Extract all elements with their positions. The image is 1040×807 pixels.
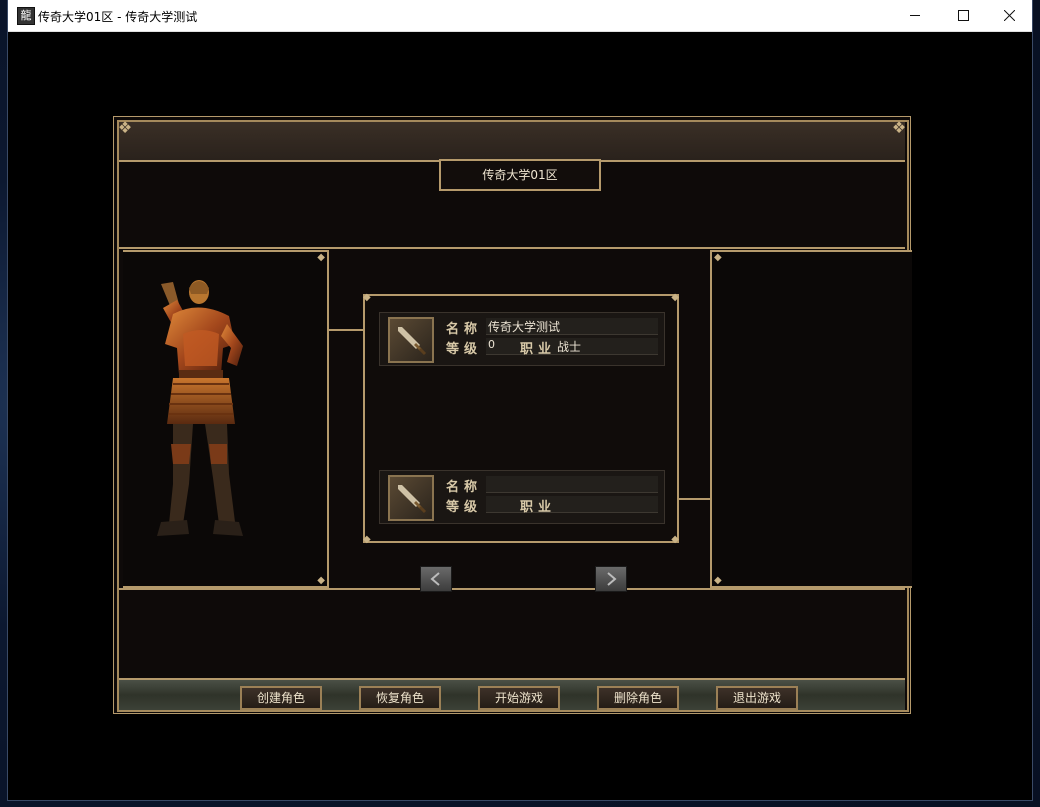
corner-ornament-icon: ◆	[671, 534, 679, 545]
character-job: 战士	[557, 340, 582, 354]
character-level: 0	[488, 338, 495, 351]
corner-ornament-icon: ◆	[714, 252, 722, 263]
job-label: 职业	[520, 500, 557, 515]
bottom-menu-bar: 创建角色 恢复角色 开始游戏 删除角色 退出游戏	[119, 678, 905, 710]
minimize-button[interactable]	[892, 0, 938, 31]
corner-ornament-icon: ◆	[363, 534, 371, 545]
arrow-left-icon	[430, 572, 440, 586]
corner-ornament-icon: ◆	[363, 292, 371, 303]
character-name: 传奇大学测试	[488, 320, 561, 334]
name-label: 名称	[446, 322, 483, 337]
maximize-icon	[958, 10, 969, 21]
create-character-button[interactable]: 创建角色	[240, 686, 322, 710]
warrior-character-figure[interactable]	[143, 274, 263, 544]
right-character-panel[interactable]: ◆ ◆	[710, 250, 912, 588]
delete-character-button[interactable]: 删除角色	[597, 686, 679, 710]
corner-ornament-icon: ◆	[714, 575, 722, 586]
app-icon: 龍	[17, 7, 35, 25]
corner-ornament-icon: ◆	[317, 252, 325, 263]
character-slot-1[interactable]: 名称 传奇大学测试 等级 0 职业 战士	[379, 312, 665, 366]
server-name: 传奇大学01区	[439, 159, 601, 191]
character-select-screen: ❖ ❖ ❖ ❖ 传奇大学01区 ◆ ◆ ◆ ◆	[113, 116, 912, 714]
level-label: 等级	[446, 500, 483, 515]
level-field	[486, 496, 658, 513]
sword-icon	[388, 475, 434, 521]
job-label: 职业	[520, 342, 557, 357]
minimize-icon	[910, 15, 920, 16]
corner-ornament-icon: ❖	[891, 118, 907, 137]
next-page-button[interactable]	[595, 566, 627, 592]
restore-character-button[interactable]: 恢复角色	[359, 686, 441, 710]
corner-ornament-icon: ◆	[317, 575, 325, 586]
close-button[interactable]	[986, 0, 1032, 31]
name-label: 名称	[446, 480, 483, 495]
exit-game-button[interactable]: 退出游戏	[716, 686, 798, 710]
level-label: 等级	[446, 342, 483, 357]
character-slot-2[interactable]: 名称 等级 职业	[379, 470, 665, 524]
name-field	[486, 476, 658, 493]
window-title: 传奇大学01区 - 传奇大学测试	[38, 10, 198, 24]
maximize-button[interactable]	[940, 0, 986, 31]
arrow-right-icon	[607, 572, 617, 586]
connector-line	[677, 498, 710, 500]
corner-ornament-icon: ◆	[671, 292, 679, 303]
sword-icon	[388, 317, 434, 363]
top-band	[119, 122, 905, 162]
character-list-panel: ◆ ◆ ◆ ◆ 名称 传奇大学测试 等级 0 职业 战士 名称 等级 职业	[363, 292, 679, 545]
prev-page-button[interactable]	[420, 566, 452, 592]
title-bar[interactable]: 龍 传奇大学01区 - 传奇大学测试	[8, 0, 1032, 32]
start-game-button[interactable]: 开始游戏	[478, 686, 560, 710]
connector-line	[329, 329, 363, 331]
corner-ornament-icon: ❖	[117, 118, 133, 137]
divider-line	[119, 247, 905, 249]
close-icon	[1004, 10, 1015, 21]
divider-line	[119, 588, 905, 590]
